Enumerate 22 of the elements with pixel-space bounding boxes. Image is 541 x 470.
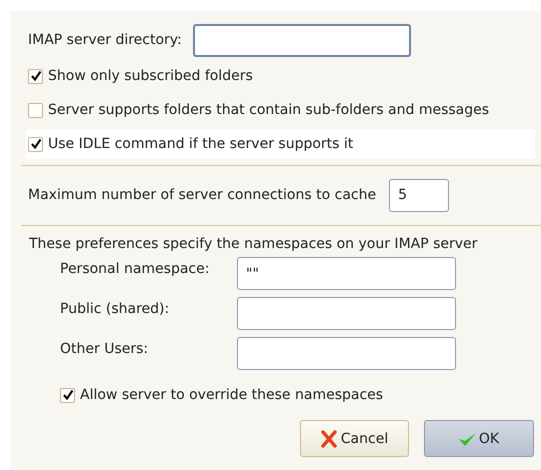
namespace-label: Other Users: xyxy=(60,340,150,357)
namespaces-description: These preferences specify the namespaces on your IMAP server xyxy=(28,236,478,252)
namespace-label: Personal namespace: xyxy=(60,260,210,277)
namespace-field[interactable] xyxy=(237,297,456,330)
namespace-field[interactable]: "" xyxy=(237,257,456,290)
namespace-field[interactable] xyxy=(237,337,456,370)
directory-field[interactable] xyxy=(192,24,411,56)
connections-field[interactable]: 5 xyxy=(389,178,450,212)
directory-label: IMAP server directory: xyxy=(28,32,182,48)
checkbox-label[interactable]: Use IDLE command if the server supports it xyxy=(48,136,354,152)
checkbox-label[interactable]: Show only subscribed folders xyxy=(48,68,253,84)
ok-button[interactable]: OK xyxy=(424,420,534,457)
connections-label: Maximum number of server connections to cache xyxy=(28,187,376,203)
checkbox-label[interactable]: Server supports folders that contain sub-folders and messages xyxy=(48,102,490,118)
checkbox[interactable] xyxy=(28,68,43,84)
checkbox-label[interactable]: Allow server to override these namespaces xyxy=(80,387,384,403)
cross-icon xyxy=(318,428,339,448)
checkbox[interactable] xyxy=(60,388,75,402)
cancel-button[interactable]: Cancel xyxy=(300,420,409,457)
namespace-label: Public (shared): xyxy=(60,300,170,317)
checkbox[interactable] xyxy=(28,102,43,118)
checkbox[interactable] xyxy=(28,136,43,152)
